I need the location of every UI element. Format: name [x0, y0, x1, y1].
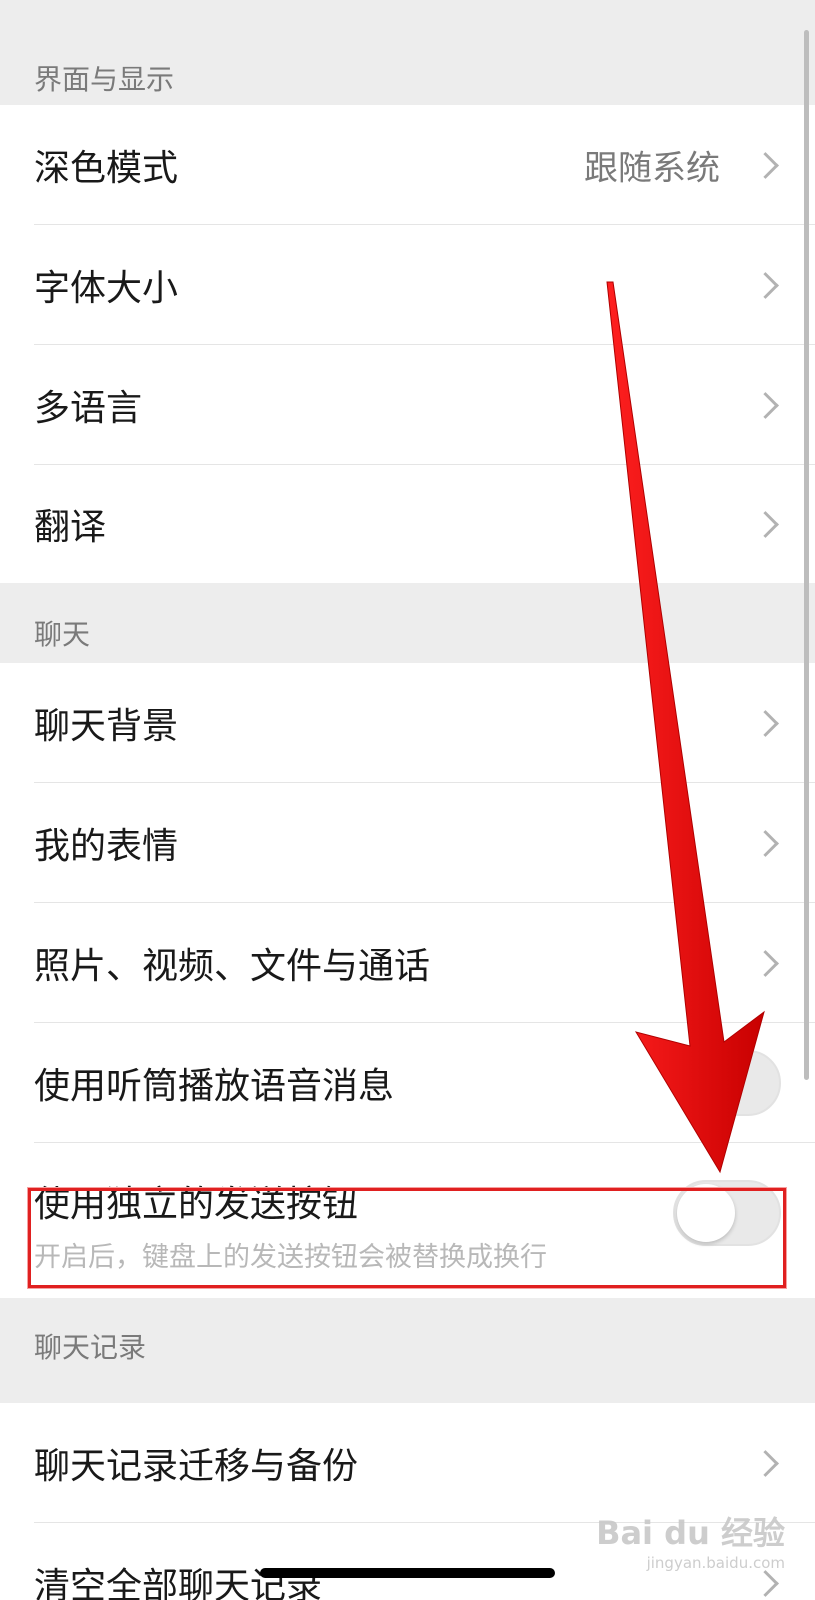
watermark-sub: jingyan.baidu.com [646, 1554, 785, 1572]
watermark-main: Bai du 经验 [596, 1514, 785, 1552]
dark-mode-value: 跟随系统 [584, 148, 720, 189]
migrate-backup-label: 聊天记录迁移与备份 [34, 1446, 359, 1487]
section-header-history: 聊天记录 [0, 1320, 815, 1403]
row-media[interactable]: 照片、视频、文件与通话 [0, 903, 815, 1023]
earpiece-toggle[interactable] [673, 1050, 781, 1116]
chevron-right-icon [752, 830, 779, 857]
row-earpiece: 使用听筒播放语音消息 [0, 1023, 815, 1143]
section-header-display: 界面与显示 [0, 0, 815, 105]
row-my-stickers[interactable]: 我的表情 [0, 783, 815, 903]
scrollbar[interactable] [804, 30, 809, 1080]
translate-label: 翻译 [34, 507, 107, 548]
chevron-right-icon [752, 1450, 779, 1477]
highlight-box [28, 1188, 786, 1288]
chevron-right-icon [752, 950, 779, 977]
earpiece-label: 使用听筒播放语音消息 [34, 1066, 395, 1107]
home-indicator[interactable] [260, 1568, 555, 1578]
chevron-right-icon [752, 152, 779, 179]
chevron-right-icon [752, 272, 779, 299]
dark-mode-label: 深色模式 [34, 148, 179, 189]
display-group: 深色模式 跟随系统 字体大小 多语言 翻译 [0, 105, 815, 583]
section-header-chat: 聊天 [0, 583, 815, 663]
toggle-knob [677, 1054, 735, 1112]
language-label: 多语言 [34, 388, 143, 429]
row-migrate-backup[interactable]: 聊天记录迁移与备份 [0, 1403, 815, 1523]
chevron-right-icon [752, 1570, 779, 1597]
chevron-right-icon [752, 710, 779, 737]
row-translate[interactable]: 翻译 [0, 465, 815, 583]
baidu-jingyan-watermark: Bai du 经验 jingyan.baidu.com [596, 1508, 785, 1572]
row-language[interactable]: 多语言 [0, 345, 815, 465]
chat-background-label: 聊天背景 [34, 706, 179, 747]
row-chat-background[interactable]: 聊天背景 [0, 663, 815, 783]
clear-history-label: 清空全部聊天记录 [34, 1566, 323, 1600]
media-label: 照片、视频、文件与通话 [34, 946, 431, 987]
my-stickers-label: 我的表情 [34, 826, 179, 867]
chevron-right-icon [752, 511, 779, 538]
chevron-right-icon [752, 392, 779, 419]
row-dark-mode[interactable]: 深色模式 跟随系统 [0, 105, 815, 225]
row-font-size[interactable]: 字体大小 [0, 225, 815, 345]
font-size-label: 字体大小 [34, 268, 179, 309]
